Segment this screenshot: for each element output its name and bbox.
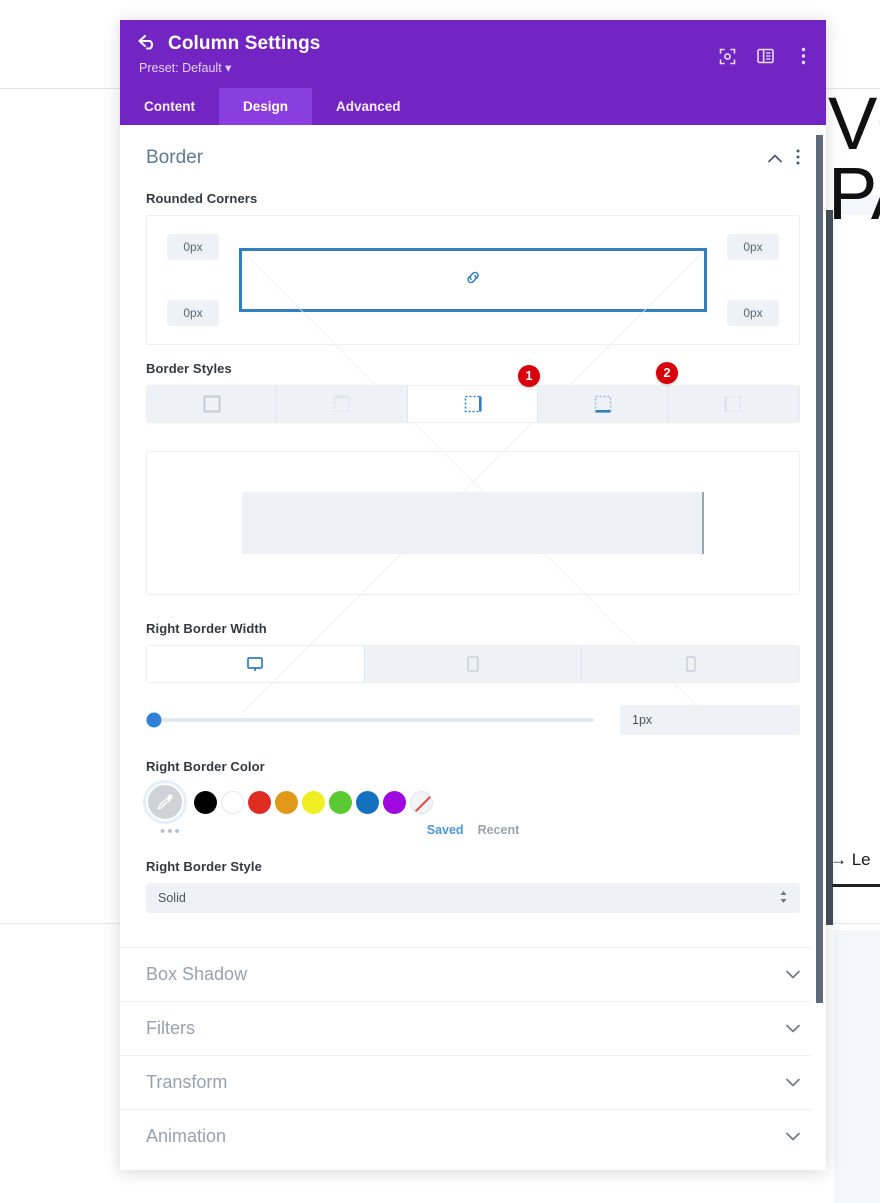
scrollbar-thumb[interactable] — [816, 135, 823, 1003]
swatch-red[interactable] — [248, 790, 271, 814]
recent-colors-tab[interactable]: Recent — [478, 823, 520, 837]
accordion-box-shadow[interactable]: Box Shadow — [120, 947, 826, 1001]
background-heading-line2: PA — [828, 152, 880, 235]
page-root: VO PA → Le Column Settings Preset: Defau… — [0, 0, 880, 1203]
border-style-all[interactable] — [147, 386, 278, 422]
slider-track — [146, 718, 594, 722]
border-section-header: Border — [146, 125, 800, 175]
accordion-filters-label: Filters — [146, 1018, 195, 1038]
column-settings-modal: Column Settings Preset: Default ▾ Conten… — [120, 20, 826, 1170]
modal-header: Column Settings Preset: Default ▾ — [120, 20, 826, 88]
background-panel-bottom — [834, 930, 880, 1203]
border-top-icon — [333, 395, 351, 413]
saved-colors-tab[interactable]: Saved — [427, 823, 464, 837]
page-title: Column Settings — [168, 33, 321, 54]
section-kebab-menu-icon[interactable] — [796, 149, 800, 168]
border-section: Border Rounded Corners 0px 0px 0px 0px B… — [120, 125, 826, 913]
chevron-down-icon — [786, 1021, 800, 1036]
preset-selector[interactable]: Preset: Default ▾ — [139, 60, 808, 75]
swatch-blue[interactable] — [356, 790, 379, 814]
tab-content[interactable]: Content — [120, 88, 219, 125]
swatch-white[interactable] — [221, 790, 244, 814]
tab-advanced[interactable]: Advanced — [312, 88, 425, 125]
chevron-down-icon — [786, 1075, 800, 1090]
back-arrow-icon[interactable] — [138, 34, 158, 54]
panel-layout-icon[interactable] — [756, 47, 774, 65]
annotation-badge-1: 1 — [518, 365, 540, 387]
annotation-badge-2: 2 — [656, 362, 678, 384]
accordion-transform-label: Transform — [146, 1072, 228, 1092]
link-chain-icon[interactable] — [465, 269, 482, 291]
corner-input-top-right[interactable]: 0px — [727, 234, 779, 260]
swatch-green[interactable] — [329, 790, 352, 814]
border-right-icon — [464, 395, 482, 413]
right-border-style-select[interactable]: Solid — [146, 883, 800, 913]
collapsed-sections: Box Shadow Filters Transform Animation — [120, 947, 826, 1163]
corner-diagonals — [242, 251, 704, 713]
header-icon-group — [718, 47, 812, 65]
border-style-left[interactable] — [668, 386, 800, 422]
saved-recent-tabs: Saved Recent — [146, 823, 800, 837]
accordion-animation-label: Animation — [146, 1126, 227, 1146]
background-arrow-text: → Le — [830, 850, 871, 869]
swatch-black[interactable] — [194, 790, 217, 814]
chevron-down-icon — [786, 967, 800, 982]
accordion-box-shadow-label: Box Shadow — [146, 964, 248, 984]
background-heading-line1: VO — [828, 82, 880, 165]
accordion-transform[interactable]: Transform — [120, 1055, 826, 1109]
section-title-border: Border — [146, 147, 204, 168]
border-all-icon — [203, 395, 221, 413]
swatch-transparent[interactable] — [410, 790, 433, 814]
color-swatch-row — [146, 783, 800, 821]
border-width-slider[interactable] — [146, 710, 594, 730]
border-style-right[interactable] — [407, 386, 539, 422]
corner-preview-rect — [239, 248, 707, 312]
background-rule — [832, 884, 880, 887]
border-style-top[interactable] — [277, 386, 408, 422]
accordion-animation[interactable]: Animation — [120, 1109, 826, 1163]
chevron-down-icon — [786, 1129, 800, 1144]
background-side-strip — [826, 210, 833, 925]
border-bottom-icon — [594, 395, 612, 413]
swatch-orange[interactable] — [275, 790, 298, 814]
tab-design[interactable]: Design — [219, 88, 313, 125]
select-arrows-icon — [779, 890, 788, 907]
section-header-icons — [768, 149, 800, 168]
modal-title-row: Column Settings — [138, 33, 808, 55]
rounded-corners-label: Rounded Corners — [146, 191, 258, 206]
kebab-menu-icon[interactable] — [794, 47, 812, 65]
eyedropper-icon[interactable] — [146, 783, 184, 821]
modal-scrollbar[interactable] — [812, 125, 826, 1170]
rounded-corners-control: 0px 0px 0px 0px — [146, 215, 800, 345]
right-border-style-label: Right Border Style — [146, 859, 262, 874]
border-styles-segmented-control: 1 2 — [146, 362, 800, 423]
right-border-color-label: Right Border Color — [146, 759, 265, 774]
chevron-up-icon[interactable] — [768, 151, 782, 166]
corner-input-bottom-right[interactable]: 0px — [727, 300, 779, 326]
swatch-purple[interactable] — [383, 790, 406, 814]
border-style-bottom[interactable] — [538, 386, 669, 422]
modal-tabbar: Content Design Advanced — [120, 88, 826, 125]
border-left-icon — [724, 395, 742, 413]
corner-input-bottom-left[interactable]: 0px — [167, 300, 219, 326]
focus-target-icon[interactable] — [718, 47, 736, 65]
slider-knob[interactable] — [146, 712, 162, 728]
corner-input-top-left[interactable]: 0px — [167, 234, 219, 260]
modal-body: Border Rounded Corners 0px 0px 0px 0px B… — [120, 125, 826, 1170]
right-border-style-value: Solid — [158, 891, 186, 905]
accordion-filters[interactable]: Filters — [120, 1001, 826, 1055]
swatch-yellow[interactable] — [302, 790, 325, 814]
